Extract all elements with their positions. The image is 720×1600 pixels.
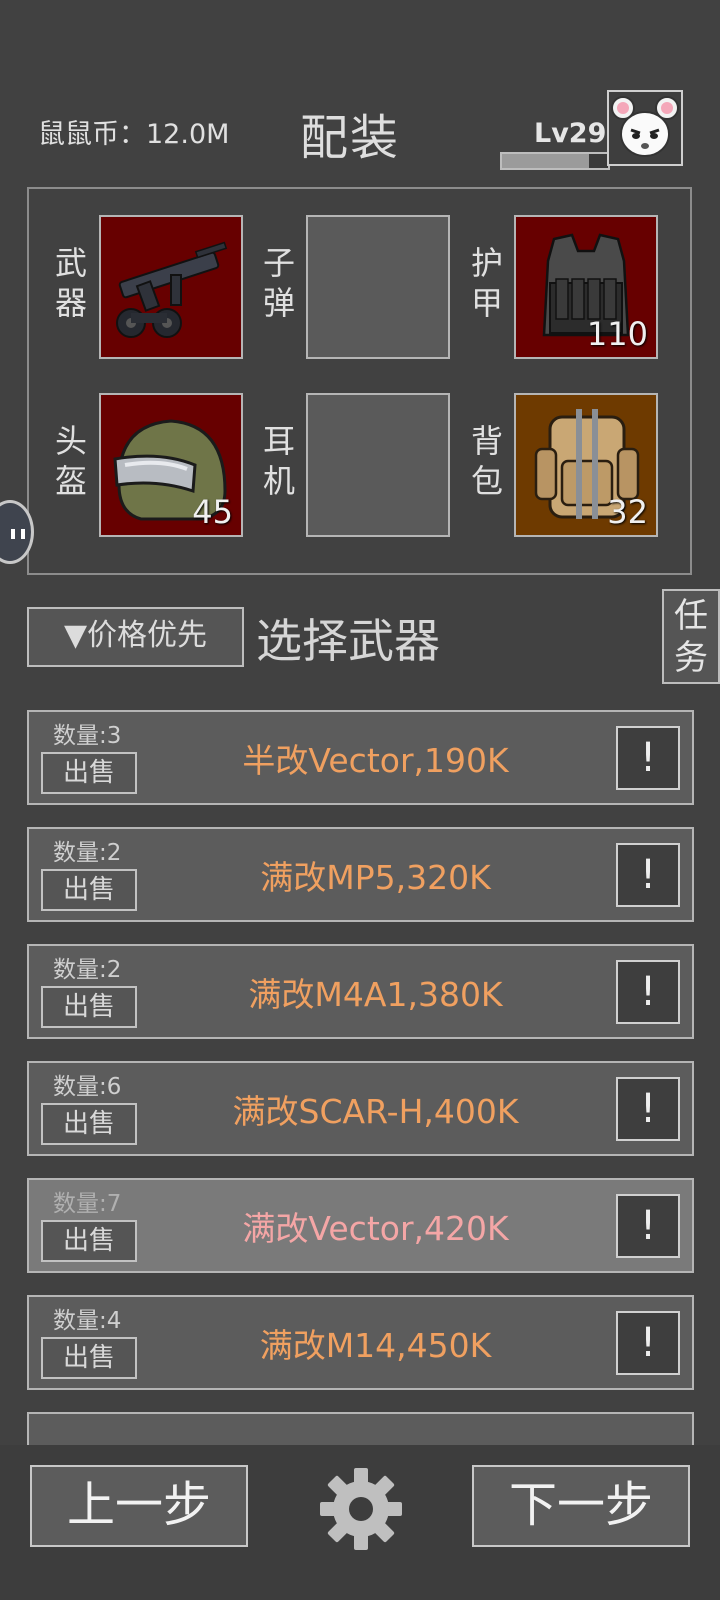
slot-label-backpack: 背包 — [470, 422, 503, 500]
headset-slot[interactable] — [306, 393, 450, 537]
weapon-list-item-partial[interactable] — [27, 1412, 694, 1445]
item-quantity: 数量:3 — [53, 723, 122, 749]
slot-label-headset: 耳机 — [262, 422, 295, 500]
weapon-list-item[interactable]: 数量:2 出售 满改MP5,320K ! — [27, 827, 694, 922]
ammo-slot[interactable] — [306, 215, 450, 359]
next-step-button[interactable]: 下一步 — [472, 1465, 690, 1547]
weapon-list-item[interactable]: 数量:2 出售 满改M4A1,380K ! — [27, 944, 694, 1039]
armor-slot[interactable]: 110 — [514, 215, 658, 359]
weapon-list-item[interactable]: 数量:4 出售 满改M14,450K ! — [27, 1295, 694, 1390]
item-quantity: 数量:4 — [53, 1308, 122, 1334]
mouse-avatar-icon — [611, 96, 679, 157]
xp-bar — [500, 152, 610, 170]
weapon-list-item[interactable]: 数量:3 出售 半改Vector,190K ! — [27, 710, 694, 805]
xp-bar-fill — [502, 154, 589, 168]
task-button[interactable]: 任务 — [662, 589, 720, 684]
machine-gun-icon — [116, 241, 228, 338]
item-name: 满改M14,450K — [259, 1326, 492, 1365]
equipment-panel: 武器 子弹 护甲 110 头盔 45 耳机 背包 32 — [27, 187, 692, 575]
info-button[interactable]: ! — [616, 1077, 680, 1141]
player-level: Lv29 — [534, 118, 607, 149]
info-button[interactable]: ! — [616, 1311, 680, 1375]
slot-label-armor: 护甲 — [470, 244, 503, 322]
previous-step-button[interactable]: 上一步 — [30, 1465, 248, 1547]
weapon-list[interactable]: 数量:3 出售 半改Vector,190K ! 数量:2 出售 满改MP5,32… — [27, 710, 694, 1445]
slot-label-ammo: 子弹 — [262, 244, 295, 322]
info-button[interactable]: ! — [616, 843, 680, 907]
sell-button[interactable]: 出售 — [41, 752, 137, 794]
info-button[interactable]: ! — [616, 1194, 680, 1258]
helmet-durability: 45 — [192, 493, 233, 531]
item-quantity: 数量:7 — [53, 1191, 122, 1217]
item-name: 满改M4A1,380K — [248, 975, 503, 1014]
item-name: 满改MP5,320K — [260, 858, 491, 897]
backpack-capacity: 32 — [607, 493, 648, 531]
info-button[interactable]: ! — [616, 726, 680, 790]
item-quantity: 数量:2 — [53, 840, 122, 866]
list-heading: 选择武器 — [256, 614, 440, 668]
item-name: 满改SCAR-H,400K — [232, 1092, 519, 1131]
item-quantity: 数量:6 — [53, 1074, 122, 1100]
player-avatar[interactable] — [607, 90, 683, 166]
item-quantity: 数量:2 — [53, 957, 122, 983]
sell-button[interactable]: 出售 — [41, 869, 137, 911]
sell-button[interactable]: 出售 — [41, 1220, 137, 1262]
armor-durability: 110 — [586, 315, 648, 353]
weapon-slot[interactable] — [99, 215, 243, 359]
sell-button[interactable]: 出售 — [41, 1337, 137, 1379]
side-assistant-bubble[interactable] — [0, 500, 34, 564]
sort-by-price-dropdown[interactable]: ▼价格优先 — [27, 607, 244, 667]
helmet-slot[interactable]: 45 — [99, 393, 243, 537]
info-button[interactable]: ! — [616, 960, 680, 1024]
slot-label-helmet: 头盔 — [54, 422, 87, 500]
backpack-slot[interactable]: 32 — [514, 393, 658, 537]
sell-button[interactable]: 出售 — [41, 986, 137, 1028]
item-name: 满改Vector,420K — [242, 1209, 509, 1248]
robot-face-icon — [11, 529, 25, 539]
weapon-list-item-selected[interactable]: 数量:7 出售 满改Vector,420K ! — [27, 1178, 694, 1273]
page-title: 配装 — [300, 110, 401, 166]
settings-gear-icon[interactable] — [318, 1466, 404, 1552]
slot-label-weapon: 武器 — [54, 244, 87, 322]
weapon-list-item[interactable]: 数量:6 出售 满改SCAR-H,400K ! — [27, 1061, 694, 1156]
currency-display: 鼠鼠币：12.0M — [38, 119, 230, 150]
item-name: 半改Vector,190K — [242, 741, 509, 780]
sell-button[interactable]: 出售 — [41, 1103, 137, 1145]
